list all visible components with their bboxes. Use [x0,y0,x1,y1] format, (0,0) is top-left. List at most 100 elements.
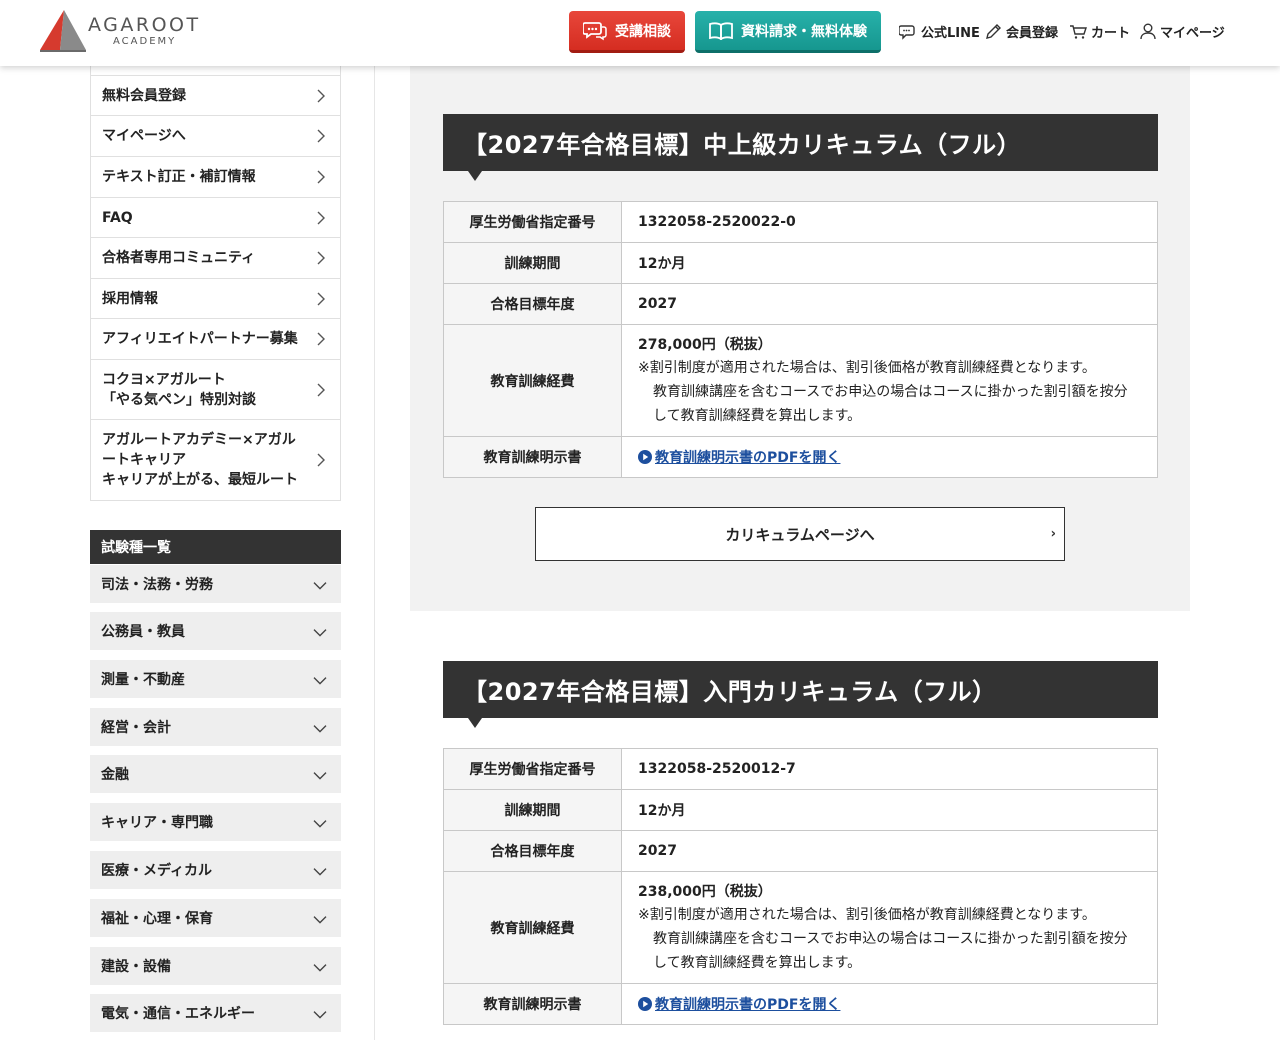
open-pdf-link[interactable]: 教育訓練明示書のPDFを開く [638,447,840,467]
course-title: 【2027年合格目標】中上級カリキュラム（フル） [443,114,1158,181]
cost-label: 教育訓練経費 [443,324,622,437]
exam-category-label: 司法・法務・労務 [101,577,213,593]
pencil-icon [986,24,1001,39]
chevron-down-icon [313,820,327,828]
period-label: 訓練期間 [443,242,622,284]
exam-category-medical[interactable]: 医療・メディカル [90,851,341,889]
chevron-down-icon [313,677,327,685]
period-label: 訓練期間 [443,789,622,831]
cost-label: 教育訓練経費 [443,871,622,984]
title-notch [468,171,482,181]
chat-bubble-icon [899,24,915,40]
exam-category-career[interactable]: キャリア・専門職 [90,803,341,841]
sidebar-item-careers[interactable]: 採用情報 [91,279,340,319]
register-link-label: 会員登録 [1006,26,1059,41]
designation-label: 厚生労働省指定番号 [443,201,622,243]
exam-category-accounting[interactable]: 経営・会計 [90,708,341,746]
register-link[interactable]: 会員登録 [985,22,1058,41]
line-link[interactable]: 公式LINE [899,22,980,41]
exam-category-label: 測量・不動産 [101,672,185,688]
curriculum-page-label: カリキュラムページへ [725,525,875,544]
sidebar-item-free-register[interactable]: 無料会員登録 [91,76,340,116]
table-row: 教育訓練経費 278,000円（税抜） ※割引制度が適用された場合は、割引後価格… [443,324,1158,437]
sidebar-menu: 無料会員登録 マイページへ テキスト訂正・補訂情報 FAQ 合格者専用コミュニテ… [90,66,341,501]
request-materials-label: 資料請求・無料体験 [741,23,867,40]
sidebar-item-label: 無料会員登録 [102,87,186,104]
exam-category-real-estate[interactable]: 測量・不動産 [90,660,341,698]
play-circle-icon [638,449,652,464]
sidebar-item-faq[interactable]: FAQ [91,198,340,238]
sidebar-item-label: マイページへ [102,128,186,144]
chevron-right-icon [317,292,325,305]
document-cell: 教育訓練明示書のPDFを開く [621,436,1158,478]
sidebar-item-mypage[interactable]: マイページへ [91,116,340,157]
cart-link-label: カート [1091,26,1131,41]
document-label: 教育訓練明示書 [443,983,622,1025]
consultation-label: 受講相談 [615,23,671,40]
document-cell: 教育訓練明示書のPDFを開く [621,983,1158,1025]
sidebar-item-label: コクヨ×アガルート 「やる気ペン」特別対談 [102,371,256,408]
sidebar-item-label: テキスト訂正・補訂情報 [102,169,256,185]
curriculum-page-button[interactable]: カリキュラムページへ › [535,507,1065,561]
mypage-link[interactable]: マイページ [1140,22,1225,41]
target-year-label: 合格目標年度 [443,283,622,325]
sidebar-item-agaroot-career[interactable]: アガルートアカデミー×アガル ートキャリア キャリアが上がる、最短ルート [91,420,340,500]
exam-category-welfare[interactable]: 福祉・心理・保育 [90,899,341,937]
sidebar-item-label: アガルートアカデミー×アガル ートキャリア キャリアが上がる、最短ルート [102,432,298,488]
exam-category-energy[interactable]: 電気・通信・エネルギー [90,994,341,1032]
table-row: 教育訓練明示書 教育訓練明示書のPDFを開く [443,983,1158,1025]
cost-value: 238,000円（税抜） [638,883,772,900]
chevron-down-icon [313,725,327,733]
agaroot-logo[interactable]: AGAROOT ACADEMY [40,10,210,54]
sidebar-item-text-corrections[interactable]: テキスト訂正・補訂情報 [91,157,340,198]
consultation-button[interactable]: 受講相談 [569,11,685,53]
sidebar-item-community[interactable]: 合格者専用コミュニティ [91,238,340,279]
play-circle-icon [638,996,652,1011]
cost-note: ※割引制度が適用された場合は、割引後価格が教育訓練経費となります。 教育訓練講座… [638,359,1128,424]
request-materials-button[interactable]: 資料請求・無料体験 [695,11,881,53]
cost-note: ※割引制度が適用された場合は、割引後価格が教育訓練経費となります。 教育訓練講座… [638,906,1128,971]
designation-value: 1322058-2520012-7 [621,748,1158,790]
sidebar-menu-top [91,66,340,76]
exam-category-label: キャリア・専門職 [101,815,213,831]
course-info-table: 厚生労働省指定番号 1322058-2520022-0 訓練期間 12か月 合格… [443,201,1158,478]
exam-category-label: 電気・通信・エネルギー [101,1006,255,1022]
table-row: 厚生労働省指定番号 1322058-2520012-7 [443,748,1158,790]
chevron-right-icon [317,170,325,184]
chevron-right-icon [317,332,325,346]
sidebar-item-affiliate[interactable]: アフィリエイトパートナー募集 [91,319,340,360]
exam-category-finance[interactable]: 金融 [90,755,341,793]
cost-cell: 278,000円（税抜） ※割引制度が適用された場合は、割引後価格が教育訓練経費… [621,324,1158,437]
chevron-right-icon: › [1050,526,1056,542]
table-row: 合格目標年度 2027 [443,283,1158,325]
exam-category-civil-servant[interactable]: 公務員・教員 [90,612,341,650]
course-title: 【2027年合格目標】入門カリキュラム（フル） [443,661,1158,728]
sidebar-item-label: 合格者専用コミュニティ [102,250,256,266]
chevron-right-icon [317,89,325,102]
exam-category-construction[interactable]: 建設・設備 [90,947,341,985]
course-title-text: 【2027年合格目標】中上級カリキュラム（フル） [463,131,1022,159]
exam-category-label: 経営・会計 [101,720,171,736]
sidebar-item-kokuyo-interview[interactable]: コクヨ×アガルート 「やる気ペン」特別対談 [91,360,340,420]
exam-category-law[interactable]: 司法・法務・労務 [90,565,341,603]
cart-link[interactable]: カート [1069,22,1130,41]
chevron-down-icon [313,582,327,590]
designation-label: 厚生労働省指定番号 [443,748,622,790]
course-info-table: 厚生労働省指定番号 1322058-2520012-7 訓練期間 12か月 合格… [443,748,1158,1025]
sidebar-item-label: 採用情報 [102,290,158,307]
period-value: 12か月 [621,242,1158,284]
cart-icon [1070,24,1087,39]
user-icon [1140,23,1156,40]
table-row: 訓練期間 12か月 [443,789,1158,831]
target-year-value: 2027 [621,830,1158,872]
logo-mark-icon [40,10,86,52]
designation-value: 1322058-2520022-0 [621,201,1158,243]
exam-category-label: 公務員・教員 [101,624,185,640]
chevron-right-icon [317,211,325,224]
period-value: 12か月 [621,789,1158,831]
open-pdf-label: 教育訓練明示書のPDFを開く [655,996,841,1013]
open-pdf-label: 教育訓練明示書のPDFを開く [655,449,841,466]
target-year-value: 2027 [621,283,1158,325]
chevron-right-icon [317,251,325,265]
open-pdf-link[interactable]: 教育訓練明示書のPDFを開く [638,994,840,1014]
